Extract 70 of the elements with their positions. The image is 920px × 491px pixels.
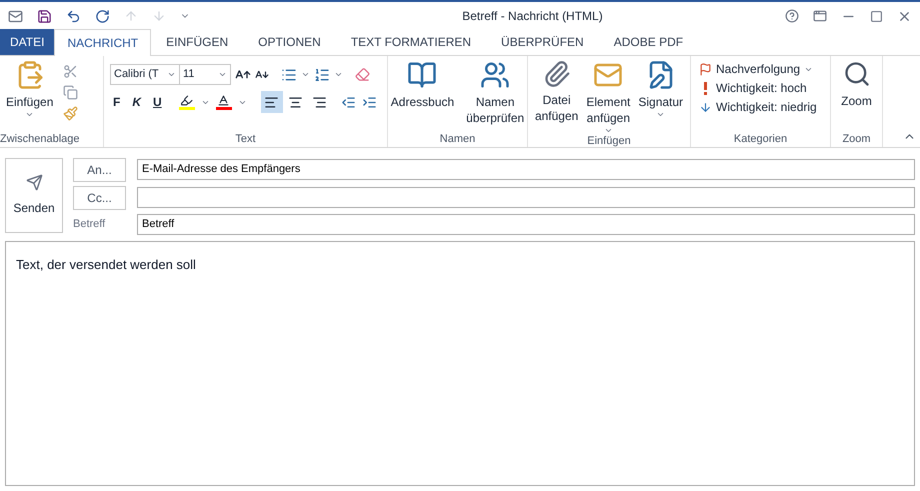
ribbon-button[interactable]: Datei anfügen	[530, 56, 582, 135]
align-left-icon	[264, 94, 280, 110]
font-dropdown[interactable]: Calibri (T	[110, 64, 180, 85]
ribbon-tab[interactable]: NACHRICHT	[54, 29, 152, 56]
ribbon-tab[interactable]: OPTIONEN	[243, 29, 336, 55]
caret-icon	[167, 70, 176, 79]
ribbon-button[interactable]: Namen überprüfen	[462, 56, 528, 131]
caret-icon	[218, 70, 227, 79]
zoom-button[interactable]: Zoom	[841, 56, 872, 131]
to-field[interactable]: E-Mail-Adresse des Empfängers	[137, 159, 915, 180]
highlighter-icon[interactable]	[178, 94, 195, 110]
ribbon-button[interactable]: Adressbuch	[386, 56, 458, 131]
paste-button[interactable]: Einfügen	[0, 60, 60, 131]
group-label: Zwischenablage	[0, 134, 80, 144]
send-icon	[26, 174, 42, 191]
ribbon-menu-item[interactable]: Wichtigkeit: niedrig	[699, 100, 830, 115]
window-title: Betreff - Nachricht (HTML)	[461, 8, 604, 25]
address-book-icon	[407, 60, 438, 90]
ribbon-tab[interactable]: DATEI	[0, 29, 54, 55]
bullet-list-icon[interactable]	[281, 66, 297, 82]
ribbon-button[interactable]: Signatur	[634, 56, 688, 135]
body-text: Text, der versendet werden soll	[16, 257, 196, 272]
scissors-icon[interactable]	[63, 64, 78, 79]
align-right-icon	[312, 94, 328, 110]
send-button[interactable]: Senden	[5, 158, 63, 233]
undo-icon[interactable]	[66, 8, 81, 24]
ribbon-tab[interactable]: ADOBE PDF	[598, 29, 698, 55]
group-label: Namen	[440, 134, 476, 144]
caret-icon	[301, 70, 310, 79]
redo-icon[interactable]	[95, 8, 110, 24]
cc-field[interactable]	[137, 187, 915, 208]
ribbon-tab[interactable]: EINFÜGEN	[151, 29, 244, 55]
down-arrow-icon	[699, 101, 712, 114]
increase-indent-icon[interactable]	[362, 94, 377, 110]
decrease-indent-icon[interactable]	[340, 94, 356, 110]
people-icon	[480, 60, 510, 90]
ribbon-tab[interactable]: ÜBERPRÜFEN	[486, 29, 599, 55]
numbered-list-icon[interactable]	[314, 66, 330, 82]
align-button[interactable]	[260, 91, 283, 113]
to-button[interactable]: An...	[73, 158, 126, 182]
caret-icon	[25, 110, 34, 119]
window-icon	[8, 8, 23, 24]
group-label: Text	[235, 134, 256, 144]
group-label: Einfügen	[587, 136, 631, 146]
ribbon-display-icon[interactable]	[813, 9, 827, 23]
cc-button[interactable]: Cc...	[73, 186, 126, 210]
message-body[interactable]: Text, der versendet werden soll	[5, 241, 915, 486]
subject-field[interactable]: Betreff	[137, 214, 915, 235]
copy-icon[interactable]	[63, 85, 78, 100]
ribbon-menu-item[interactable]: Wichtigkeit: hoch	[699, 81, 830, 96]
font-color-icon[interactable]	[216, 94, 232, 110]
group-label: Zoom	[842, 134, 871, 144]
ribbon-tab[interactable]: TEXT FORMATIEREN	[336, 29, 486, 55]
subject-label: Betreff	[73, 217, 106, 232]
ribbon-menu-item[interactable]: Nachverfolgung	[699, 62, 830, 77]
group-label: Kategorien	[734, 134, 788, 144]
flag-icon	[699, 63, 712, 76]
align-center-icon	[288, 94, 304, 110]
search-icon	[842, 60, 870, 88]
caret-icon	[334, 70, 343, 79]
ribbon-button[interactable]: Element anfügen	[582, 56, 634, 135]
italic-button[interactable]: K	[129, 93, 144, 111]
paperclip-icon	[542, 60, 571, 88]
eraser-icon[interactable]	[355, 67, 370, 82]
font-size-dropdown[interactable]: 11	[179, 64, 231, 85]
bold-button[interactable]: F	[110, 93, 124, 111]
maximize-icon[interactable]	[870, 10, 883, 22]
help-icon[interactable]	[785, 9, 799, 23]
save-icon[interactable]	[37, 8, 52, 24]
underline-button[interactable]: U	[150, 93, 165, 111]
